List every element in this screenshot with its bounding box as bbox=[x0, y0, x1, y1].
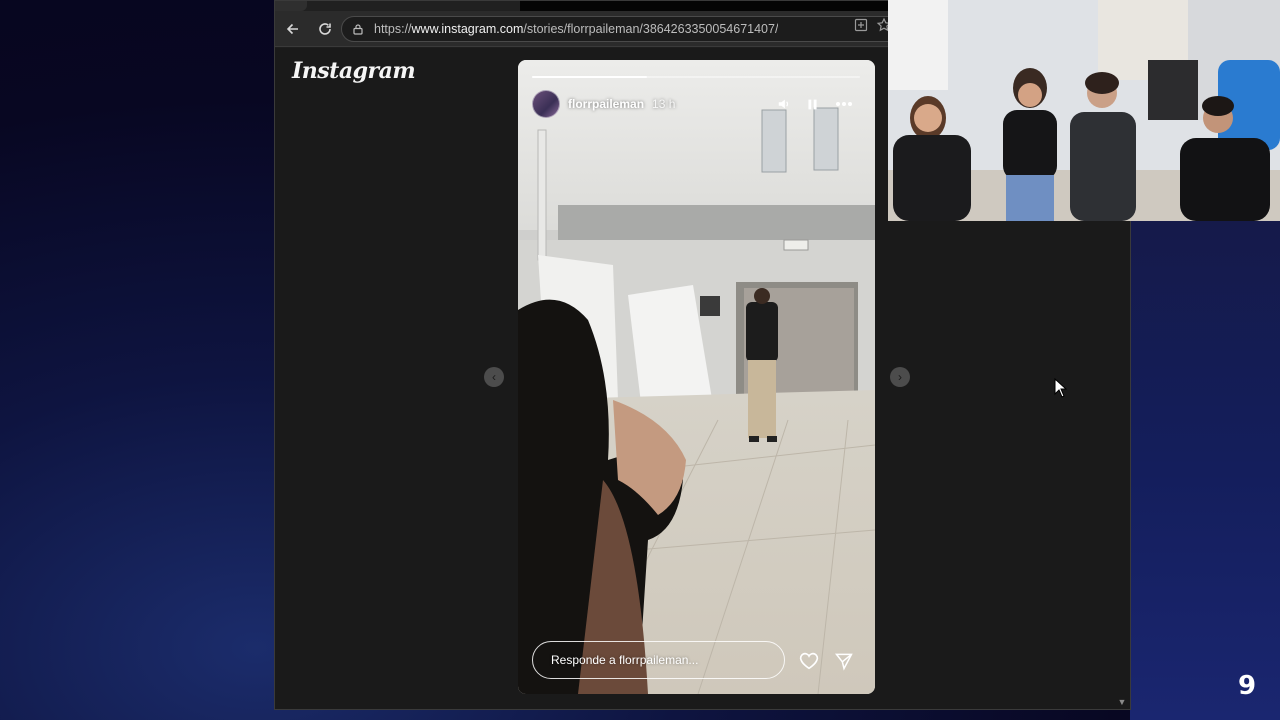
instagram-logo[interactable]: Instagram bbox=[292, 58, 416, 84]
chevron-left-icon[interactable]: ‹ bbox=[484, 367, 504, 387]
story-header: florrpaileman 13 h bbox=[532, 89, 862, 119]
overlay-counter: 9 bbox=[1238, 671, 1257, 701]
story-progress-fill bbox=[532, 76, 647, 78]
chevron-right-icon[interactable]: › bbox=[890, 367, 910, 387]
story-image bbox=[518, 60, 875, 694]
reload-icon[interactable] bbox=[313, 17, 337, 41]
install-app-icon[interactable] bbox=[853, 17, 869, 33]
send-icon[interactable] bbox=[832, 649, 856, 673]
avatar[interactable] bbox=[532, 90, 560, 118]
pause-icon[interactable] bbox=[802, 94, 822, 114]
story-progress-bar bbox=[532, 76, 860, 78]
lock-icon[interactable] bbox=[352, 23, 364, 35]
webcam-overlay bbox=[888, 0, 1280, 221]
address-bar[interactable]: https://www.instagram.com/stories/florrp… bbox=[341, 16, 901, 42]
story-viewer[interactable]: florrpaileman 13 h Responde a florrpaile… bbox=[518, 60, 875, 694]
webcam-image bbox=[888, 0, 1280, 221]
browser-tab-dark[interactable] bbox=[520, 1, 890, 11]
more-options-icon[interactable] bbox=[834, 94, 854, 114]
desktop-background-glow bbox=[1130, 220, 1280, 720]
story-time: 13 h bbox=[652, 97, 676, 111]
scrollbar-down-arrow[interactable]: ▼ bbox=[1117, 697, 1127, 707]
reply-input[interactable]: Responde a florrpaileman... bbox=[532, 641, 785, 679]
volume-icon[interactable] bbox=[774, 94, 794, 114]
back-arrow-icon[interactable] bbox=[281, 17, 305, 41]
browser-tab[interactable] bbox=[275, 1, 307, 11]
heart-icon[interactable] bbox=[797, 649, 821, 673]
story-username[interactable]: florrpaileman bbox=[568, 97, 644, 111]
url-text: https://www.instagram.com/stories/florrp… bbox=[374, 22, 779, 36]
mouse-cursor-icon bbox=[1054, 378, 1068, 398]
